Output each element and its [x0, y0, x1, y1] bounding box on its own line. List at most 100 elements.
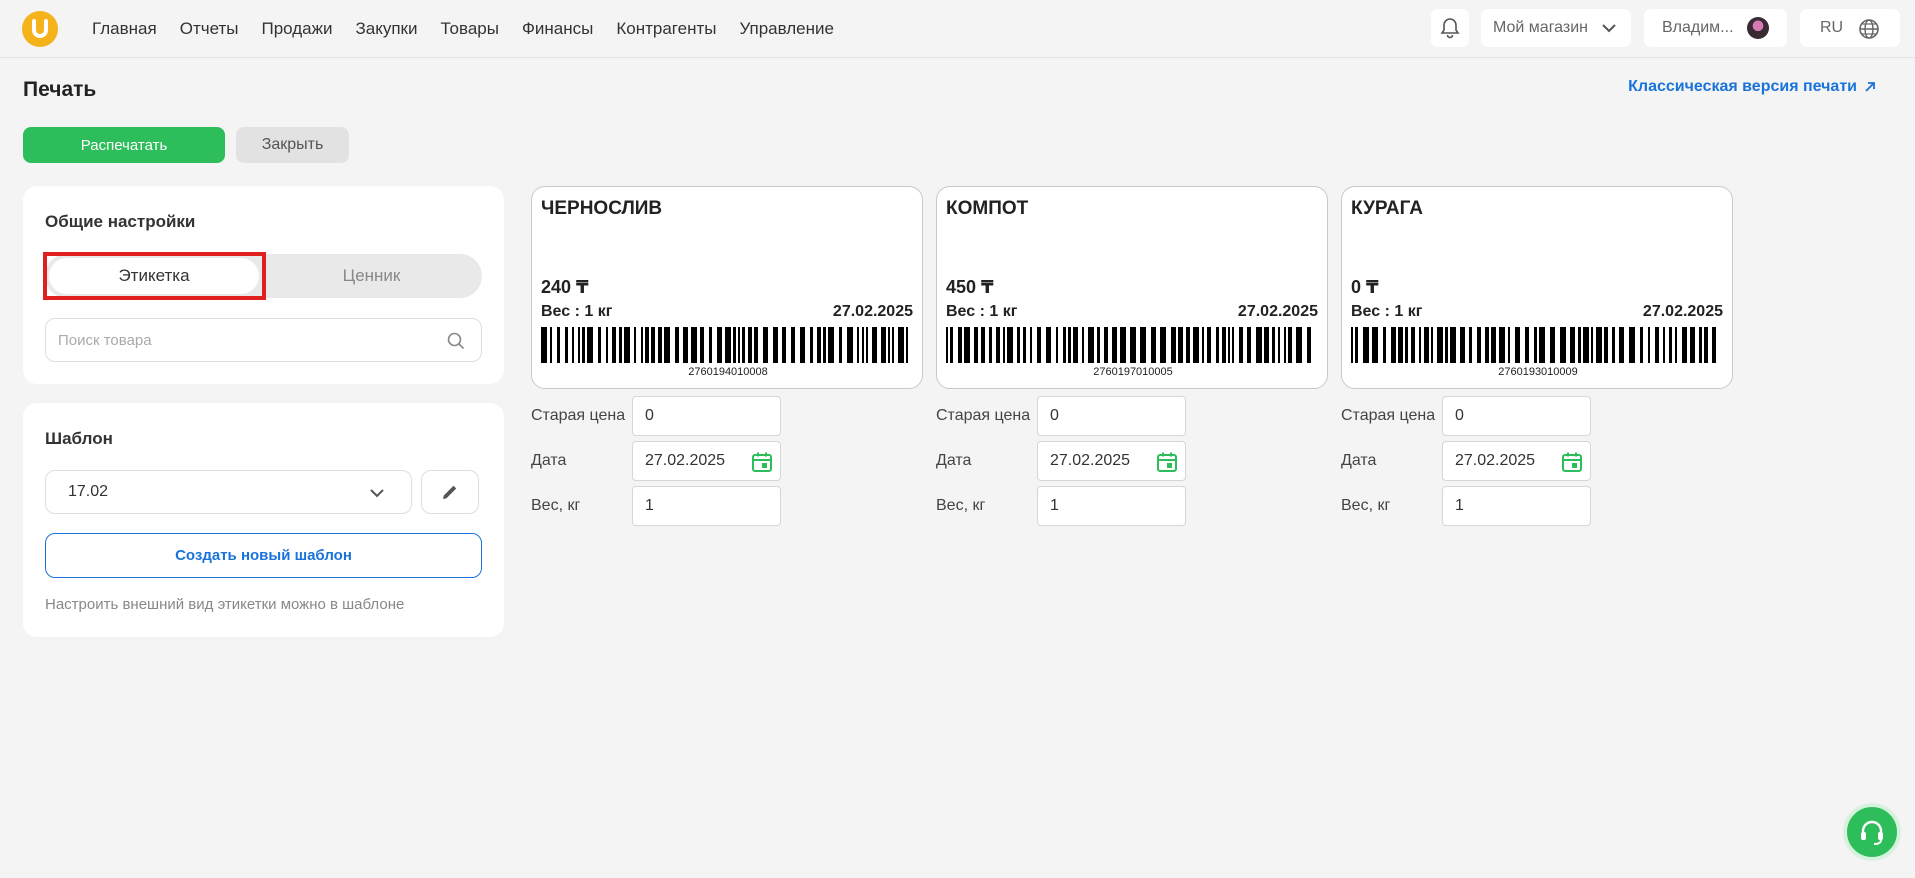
calendar-icon[interactable]: [750, 450, 774, 474]
barcode-bar: [996, 327, 1000, 363]
search-icon[interactable]: [447, 332, 465, 350]
print-button[interactable]: Распечатать: [23, 127, 225, 163]
barcode-bar: [898, 327, 904, 363]
barcode-bar: [1525, 327, 1529, 363]
barcode-bar: [763, 327, 768, 363]
barcode-bar: [823, 327, 826, 363]
barcode-bar: [888, 327, 890, 363]
barcode-bar: [1583, 327, 1589, 363]
barcode-bar: [1351, 327, 1353, 363]
nav-item-management[interactable]: Управление: [739, 19, 834, 39]
barcode-bar: [1284, 327, 1286, 363]
product-name: ЧЕРНОСЛИВ: [541, 198, 663, 219]
barcode-bar: [862, 327, 864, 363]
label-type-toggle: Этикетка Ценник: [45, 254, 482, 298]
edit-template-button[interactable]: [421, 470, 479, 514]
classic-print-link-label: Классическая версия печати: [1628, 78, 1857, 95]
weight-row: Вес, кг 1: [936, 486, 1328, 526]
barcode-bar: [1216, 327, 1219, 363]
barcode-bar: [847, 327, 853, 363]
old-price-input[interactable]: 0: [1442, 396, 1591, 436]
search-input[interactable]: [46, 319, 426, 361]
barcode-bar: [946, 327, 948, 363]
language-code: RU: [1820, 19, 1844, 36]
barcode-bar: [1073, 327, 1078, 363]
close-button[interactable]: Закрыть: [236, 127, 349, 163]
notifications-button[interactable]: [1431, 9, 1469, 47]
product-date: 27.02.2025: [1237, 303, 1318, 320]
user-menu[interactable]: Владим...: [1644, 9, 1787, 47]
calendar-icon[interactable]: [1560, 450, 1584, 474]
nav-item-contractors[interactable]: Контрагенты: [616, 19, 716, 39]
barcode-bar: [1278, 327, 1280, 363]
nav-item-products[interactable]: Товары: [440, 19, 498, 39]
calendar-icon[interactable]: [1155, 450, 1179, 474]
barcode-bar: [1469, 327, 1472, 363]
old-price-input[interactable]: 0: [632, 396, 781, 436]
barcode-bar: [651, 327, 655, 363]
barcode-bar: [1023, 327, 1026, 363]
barcode-bar: [1097, 327, 1100, 363]
top-navigation-bar: Главная Отчеты Продажи Закупки Товары Фи…: [0, 0, 1915, 58]
barcode-bar: [1612, 327, 1615, 363]
nav-item-home[interactable]: Главная: [92, 19, 157, 39]
barcode-bar: [839, 327, 842, 363]
weight-input[interactable]: 1: [1442, 486, 1591, 526]
barcode-bar: [1539, 327, 1545, 363]
barcode-bar: [1550, 327, 1555, 363]
support-chat-button[interactable]: [1843, 803, 1901, 861]
nav-item-finance[interactable]: Финансы: [522, 19, 593, 39]
barcode-bar: [1675, 327, 1677, 363]
barcode-bar: [738, 327, 740, 363]
pencil-icon: [443, 485, 457, 499]
external-link-icon: [1865, 82, 1875, 92]
barcode-bar: [1648, 327, 1650, 363]
old-price-input[interactable]: 0: [1037, 396, 1186, 436]
barcode-bar: [1228, 327, 1230, 363]
barcode-bar: [624, 327, 630, 363]
nav-item-reports[interactable]: Отчеты: [180, 19, 239, 39]
barcode: [946, 327, 1311, 363]
barcode-bar: [1186, 327, 1190, 363]
weight-input[interactable]: 1: [632, 486, 781, 526]
weight-input[interactable]: 1: [1037, 486, 1186, 526]
barcode-bar: [1508, 327, 1510, 363]
weight-label: Вес, кг: [531, 497, 581, 514]
general-settings-panel: Общие настройки Этикетка Ценник: [23, 186, 504, 384]
tab-label[interactable]: Этикетка: [49, 258, 259, 294]
date-input-value: 27.02.2025: [645, 452, 726, 469]
barcode-bar: [1640, 327, 1643, 363]
barcode-bar: [582, 327, 585, 363]
barcode-bar: [1704, 327, 1708, 363]
language-selector[interactable]: RU: [1800, 9, 1900, 47]
barcode-bar: [989, 327, 992, 363]
barcode-bar: [565, 327, 568, 363]
barcode-bar: [1178, 327, 1183, 363]
logo-icon[interactable]: [22, 11, 58, 47]
barcode-bar: [1030, 327, 1032, 363]
classic-print-link[interactable]: Классическая версия печати: [1628, 78, 1877, 96]
nav-item-sales[interactable]: Продажи: [261, 19, 332, 39]
avatar: [1747, 17, 1769, 39]
date-input[interactable]: 27.02.2025: [1037, 441, 1186, 481]
barcode-bar: [1088, 327, 1094, 363]
store-selector[interactable]: Мой магазин: [1481, 9, 1631, 47]
barcode-bar: [1398, 327, 1403, 363]
date-input[interactable]: 27.02.2025: [1442, 441, 1591, 481]
barcode-bar: [800, 327, 805, 363]
barcode-bar: [1391, 327, 1396, 363]
template-select[interactable]: 17.02: [45, 470, 412, 514]
old-price-row: Старая цена 0: [531, 396, 923, 436]
nav-item-purchases[interactable]: Закупки: [355, 19, 417, 39]
barcode-bar: [1037, 327, 1041, 363]
date-label: Дата: [1341, 452, 1377, 469]
tab-price-tag[interactable]: Ценник: [265, 258, 478, 294]
product-price: 240 ₸: [541, 277, 589, 297]
barcode-bar: [1405, 327, 1408, 363]
barcode-bar: [1112, 327, 1117, 363]
barcode-bar: [658, 327, 662, 363]
barcode-bar: [1003, 327, 1005, 363]
barcode-bar: [754, 327, 758, 363]
date-input[interactable]: 27.02.2025: [632, 441, 781, 481]
create-template-button[interactable]: Создать новый шаблон: [45, 533, 482, 578]
